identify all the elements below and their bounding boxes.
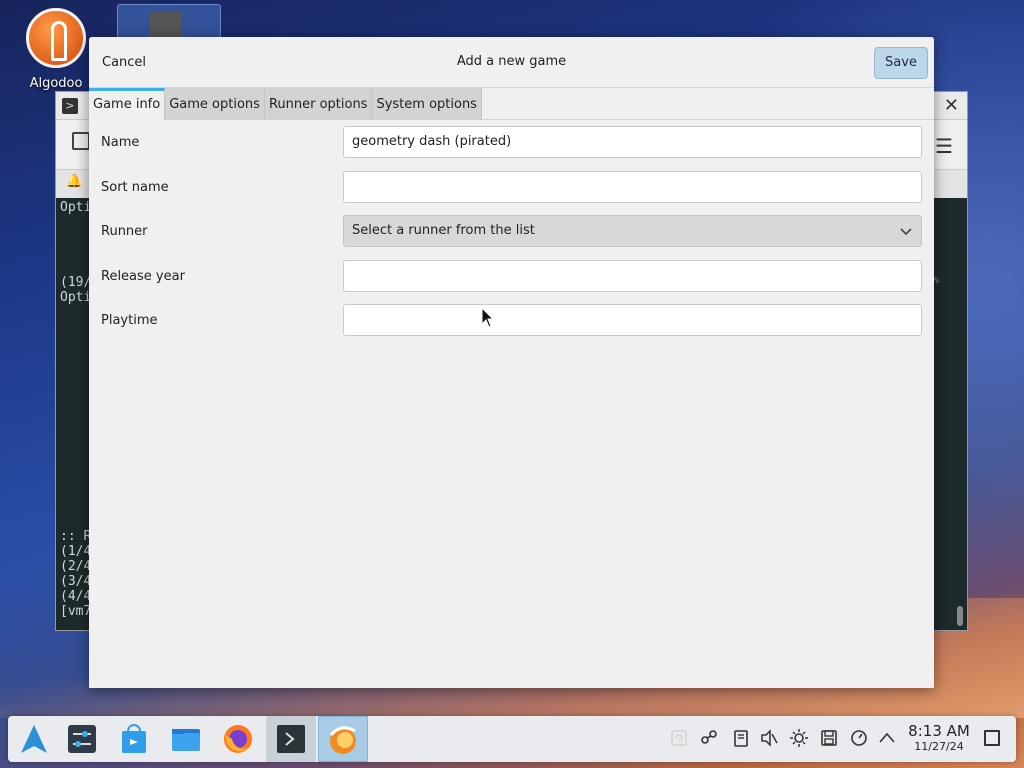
terminal-line: Opti — [60, 290, 92, 305]
terminal-line: :: R — [60, 529, 92, 544]
tab-runner-options[interactable]: Runner options — [264, 88, 373, 120]
terminal-scrollbar[interactable] — [957, 606, 963, 626]
lutris-icon — [329, 726, 356, 754]
discover-store-icon[interactable] — [116, 721, 152, 757]
dialog-tabs: Game info Game options Runner options Sy… — [89, 88, 934, 120]
terminal-app-icon: > — [62, 98, 78, 114]
new-tab-icon[interactable] — [72, 132, 90, 150]
release-year-input[interactable] — [343, 259, 922, 292]
terminal-line: (1/4 — [60, 544, 92, 559]
clock[interactable]: 8:13 AM 11/27/24 — [904, 722, 974, 753]
terminal-line: (19/ — [60, 275, 92, 290]
runner-dropdown[interactable]: Select a runner from the list — [343, 215, 922, 247]
save-icon[interactable] — [819, 728, 839, 752]
game-info-form: Name geometry dash (pirated) Sort name R… — [89, 120, 934, 349]
volume-muted-icon[interactable] — [759, 728, 779, 752]
desktop-icon-file[interactable] — [117, 4, 221, 41]
bell-icon: 🔔 — [66, 174, 83, 189]
mouse-cursor-icon — [481, 307, 495, 328]
tab-system-options[interactable]: System options — [372, 88, 482, 120]
terminal-edge-text: % — [933, 276, 939, 286]
storage-icon[interactable] — [731, 728, 751, 752]
updates-icon[interactable] — [849, 728, 869, 752]
clock-date: 11/27/24 — [914, 740, 964, 753]
add-game-dialog: Cancel Add a new game Save Game info Gam… — [89, 37, 934, 688]
terminal-line: (3/4 — [60, 574, 92, 589]
firefox-icon[interactable] — [220, 721, 256, 757]
chevron-down-icon — [900, 228, 912, 236]
terminal-icon — [277, 725, 305, 753]
name-input[interactable]: geometry dash (pirated) — [343, 126, 922, 158]
terminal-line: (4/4 — [60, 589, 92, 604]
terminal-line: Opti — [60, 200, 92, 215]
release-year-label: Release year — [101, 268, 185, 284]
dialog-header: Cancel Add a new game Save — [89, 37, 934, 88]
terminal-line: (2/4 — [60, 559, 92, 574]
form-row-sort-name: Sort name — [89, 170, 934, 216]
terminal-line: [vm7 — [60, 604, 92, 619]
show-desktop-icon[interactable] — [984, 730, 1000, 746]
form-row-runner: Runner Select a runner from the list — [89, 215, 934, 260]
clipboard-icon[interactable] — [669, 728, 689, 752]
form-row-name: Name geometry dash (pirated) — [89, 126, 934, 171]
form-row-playtime: Playtime — [89, 304, 934, 349]
form-row-release-year: Release year — [89, 259, 934, 305]
save-button[interactable]: Save — [874, 47, 928, 79]
lutris-taskbar-button[interactable] — [318, 716, 368, 762]
tab-game-info[interactable]: Game info — [89, 88, 166, 120]
hamburger-menu-icon[interactable]: ☰ — [935, 134, 953, 158]
terminal-taskbar-button[interactable] — [266, 716, 316, 762]
file-manager-icon[interactable] — [168, 721, 204, 757]
desktop-icon-label: Algodoo — [29, 76, 83, 91]
tab-game-options[interactable]: Game options — [165, 88, 265, 120]
system-settings-icon[interactable] — [64, 721, 100, 757]
network-icon[interactable] — [699, 728, 719, 752]
sort-name-input[interactable] — [343, 170, 922, 203]
tray-expand-icon[interactable] — [877, 728, 897, 752]
desktop-icon-algodoo[interactable]: Algodoo — [20, 8, 92, 91]
taskbar: 8:13 AM 11/27/24 — [8, 716, 1016, 762]
name-label: Name — [101, 135, 140, 150]
close-icon[interactable]: ✕ — [944, 95, 959, 116]
playtime-input[interactable] — [343, 304, 922, 336]
brightness-icon[interactable] — [789, 728, 809, 752]
runner-dropdown-value: Select a runner from the list — [352, 223, 535, 238]
clock-time: 8:13 AM — [908, 722, 970, 740]
app-launcher-icon[interactable] — [16, 721, 52, 757]
dialog-title: Add a new game — [456, 54, 567, 69]
algodoo-icon — [26, 8, 86, 68]
playtime-label: Playtime — [101, 313, 158, 328]
sort-name-label: Sort name — [101, 179, 169, 195]
runner-label: Runner — [101, 224, 148, 239]
